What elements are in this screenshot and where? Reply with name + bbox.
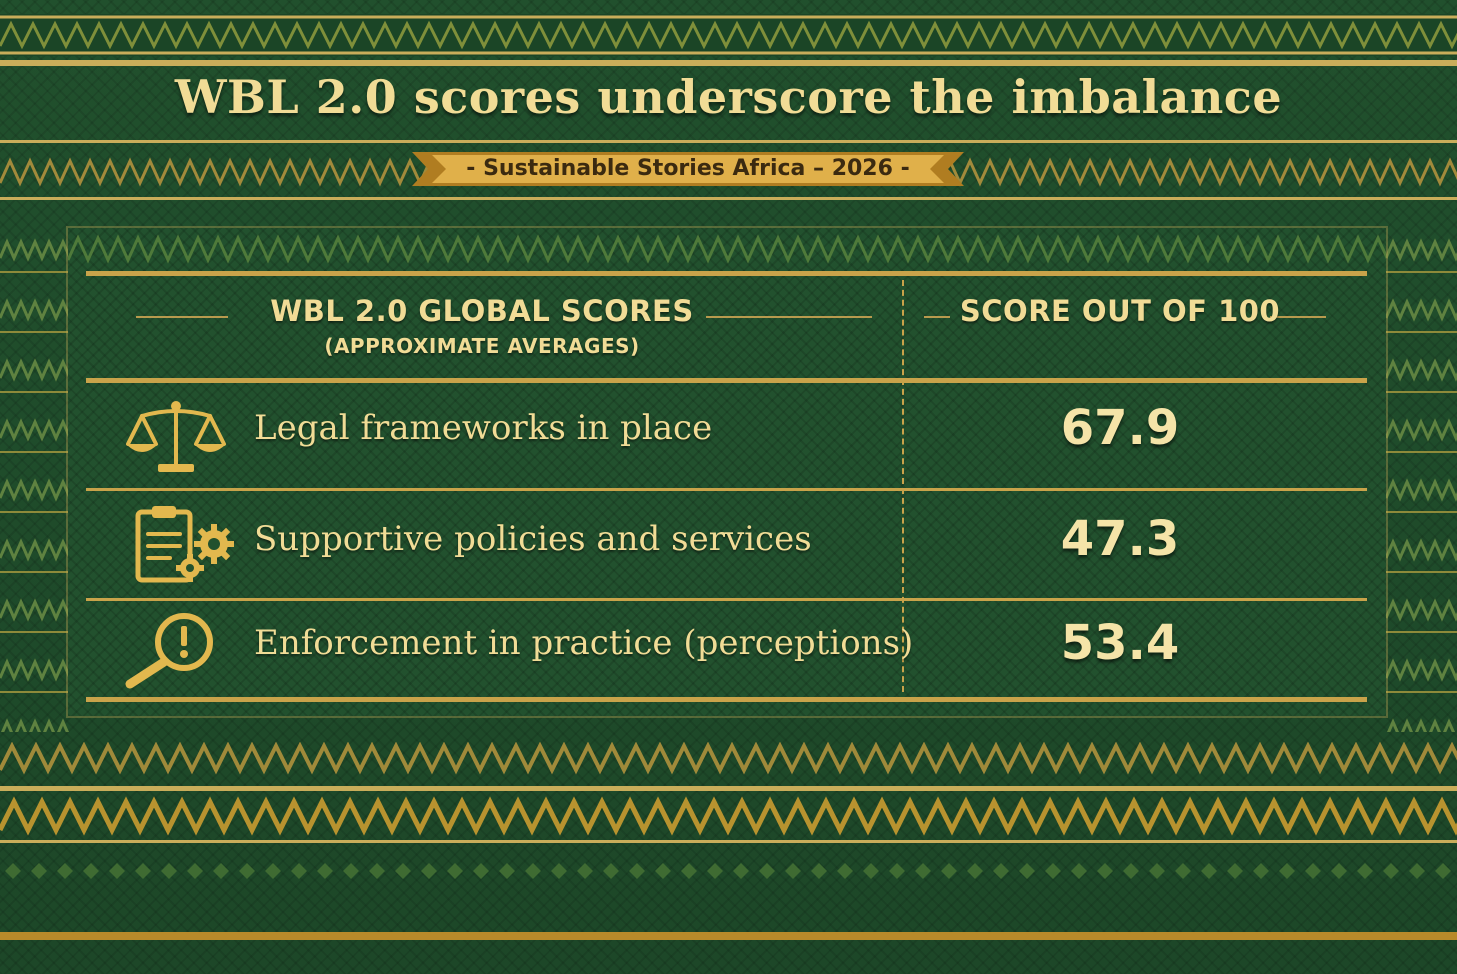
row-divider xyxy=(86,598,1367,601)
column-header-score: SCORE OUT OF 100 xyxy=(959,294,1281,328)
divider xyxy=(0,786,1457,791)
row-divider xyxy=(86,488,1367,491)
divider xyxy=(0,932,1457,940)
row-value-legal: 67.9 xyxy=(1060,400,1180,456)
decorative-bottom-band xyxy=(0,796,1457,836)
column-header-category: WBL 2.0 GLOBAL SCORES (APPROXIMATE AVERA… xyxy=(110,294,854,358)
column-header-subtitle: (APPROXIMATE AVERAGES) xyxy=(324,334,640,358)
table-bottom-border xyxy=(86,697,1367,702)
table-top-border xyxy=(86,271,1367,276)
header-divider xyxy=(86,378,1367,383)
row-label-enforcement: Enforcement in practice (perceptions) xyxy=(254,623,914,663)
divider xyxy=(0,60,1457,66)
page-title: WBL 2.0 scores underscore the imbalance xyxy=(174,70,1283,124)
divider xyxy=(0,840,1457,843)
decorative-right-pattern xyxy=(1386,232,1457,732)
decorative-panel-band xyxy=(68,228,1386,270)
clipboard-gears-icon xyxy=(134,504,242,588)
magnifier-alert-icon xyxy=(120,612,220,696)
decorative-bottom-band xyxy=(0,742,1457,776)
decorative-left-pattern xyxy=(0,232,70,732)
row-value-policies: 47.3 xyxy=(1060,511,1180,567)
scales-icon xyxy=(120,398,232,482)
row-value-enforcement: 53.4 xyxy=(1060,615,1180,671)
divider xyxy=(0,197,1457,200)
ribbon-text: - Sustainable Stories Africa – 2026 - xyxy=(466,156,910,181)
ribbon-banner: - Sustainable Stories Africa – 2026 - xyxy=(412,148,964,190)
row-label-policies: Supportive policies and services xyxy=(254,519,812,559)
row-label-legal: Legal frameworks in place xyxy=(254,408,713,448)
column-header-title: WBL 2.0 GLOBAL SCORES xyxy=(270,294,694,328)
decorative-bottom-band xyxy=(0,856,1457,886)
divider xyxy=(0,140,1457,143)
decorative-top-band xyxy=(0,14,1457,56)
